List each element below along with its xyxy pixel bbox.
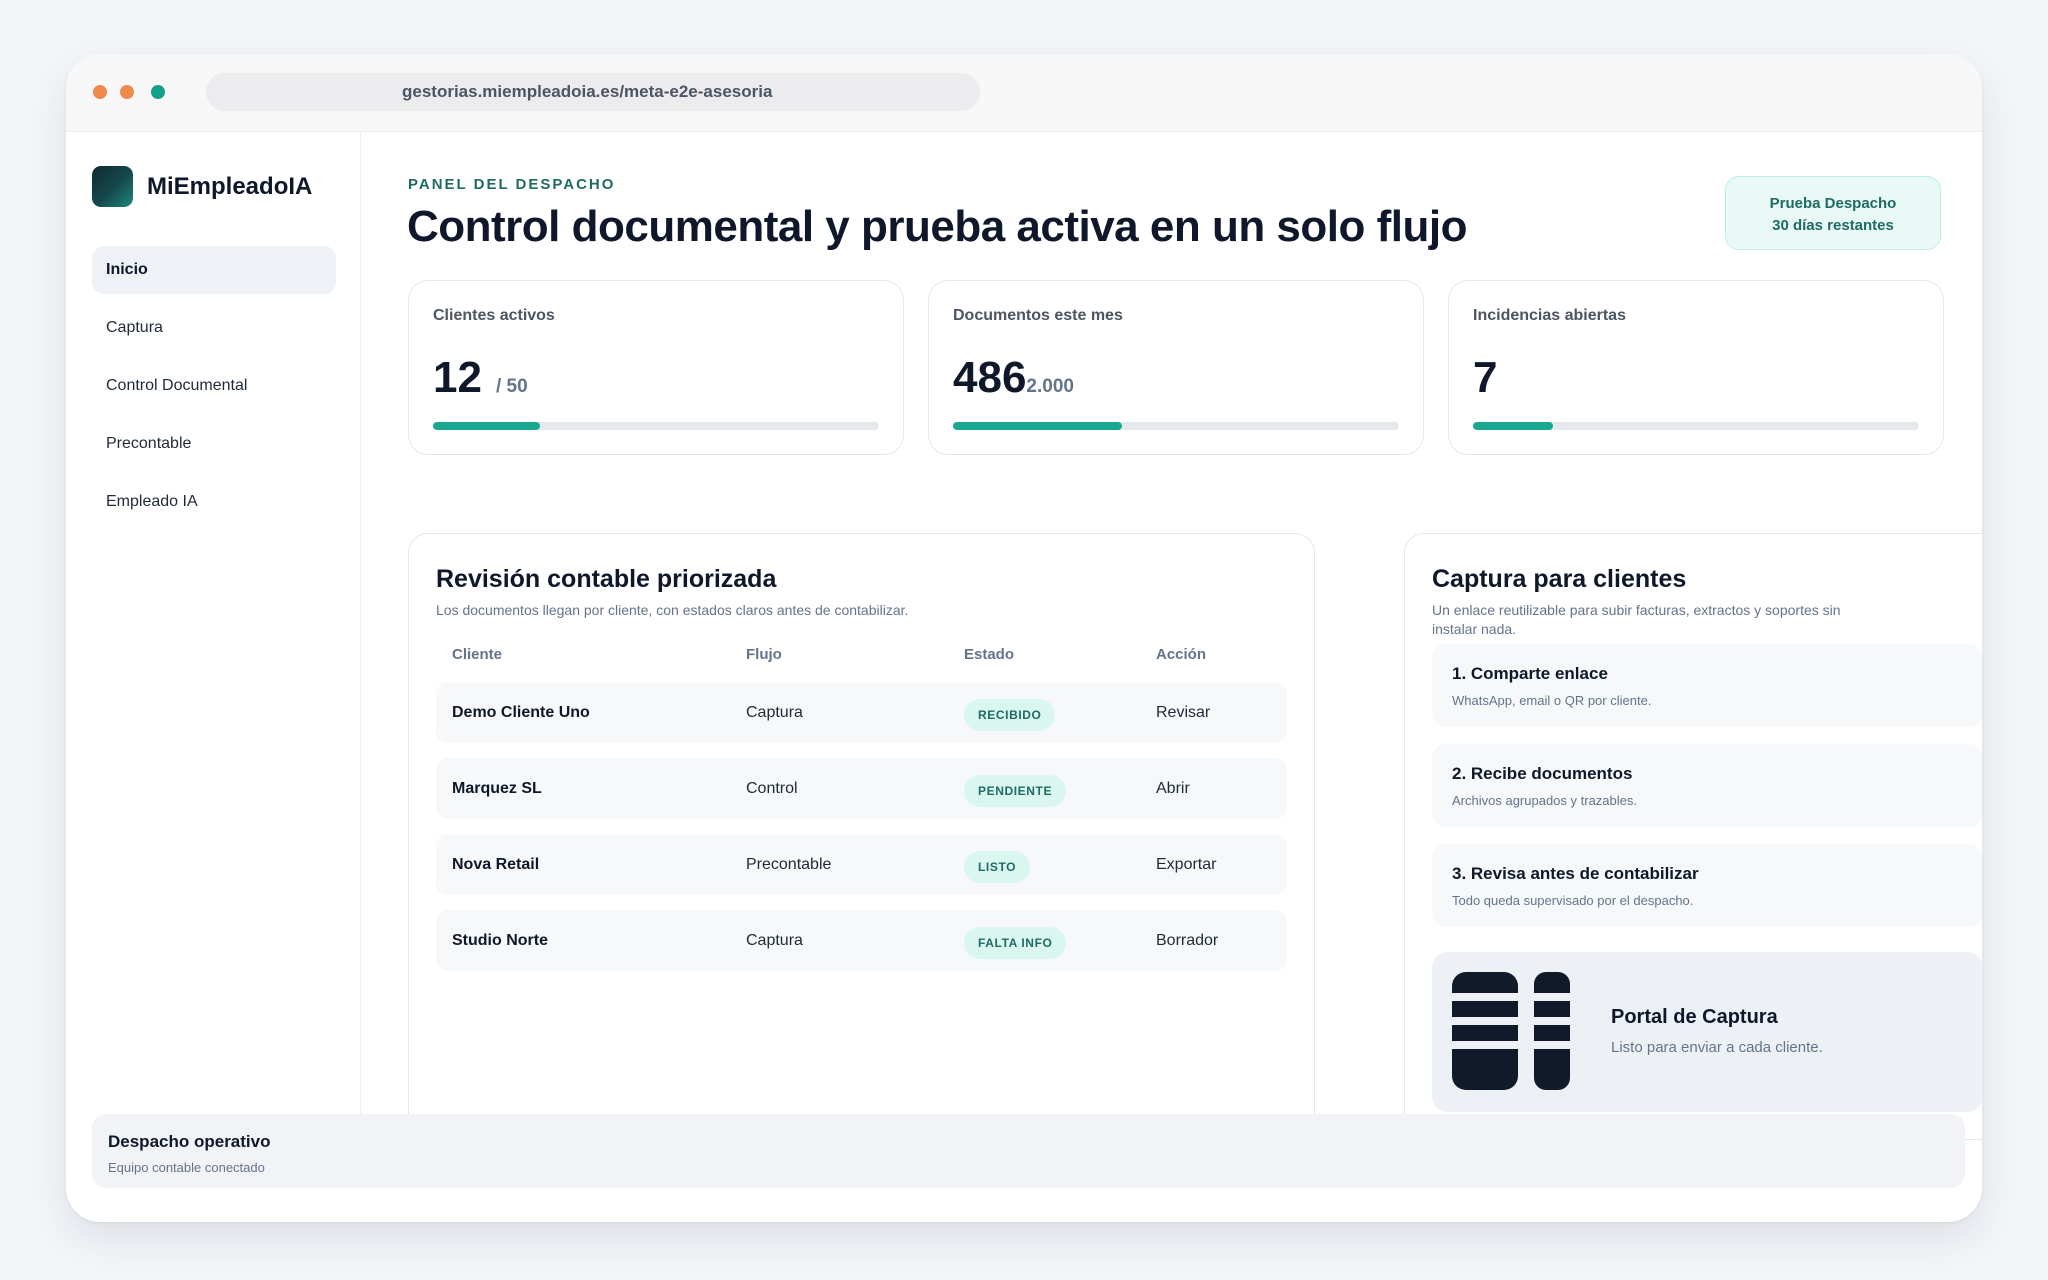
stat-number: 12 — [433, 353, 482, 402]
cell-client: Marquez SL — [452, 780, 542, 797]
step-title: 1. Comparte enlace — [1452, 664, 1608, 683]
status-badge: LISTO — [964, 851, 1031, 883]
cell-flow: Captura — [746, 704, 803, 721]
window-maximize-dot[interactable] — [151, 85, 165, 99]
cell-client: Nova Retail — [452, 856, 540, 873]
progress-bar — [433, 422, 879, 430]
table-row[interactable]: Studio Norte Captura FALTA INFO Borrador — [436, 910, 1287, 971]
stat-number: 7 — [1473, 353, 1498, 402]
column-header-estado[interactable]: Estado — [964, 646, 1014, 663]
capture-title: Captura para clientes — [1432, 565, 1687, 593]
capture-panel: Captura para clientes Un enlace reutiliz… — [1404, 533, 1982, 1140]
main-content: PANEL DEL DESPACHO Control documental y … — [361, 132, 1982, 1169]
step-card: 1. Comparte enlace WhatsApp, email o QR … — [1432, 644, 1982, 727]
portal-subtitle: Listo para enviar a cada cliente. — [1611, 1039, 1823, 1056]
cell-status: RECIBIDO — [964, 699, 1056, 731]
stat-limit: / 50 — [495, 376, 528, 397]
progress-bar-fill — [953, 422, 1123, 430]
table-row[interactable]: Nova Retail Precontable LISTO Exportar — [436, 834, 1287, 895]
stat-card-incidencias: Incidencias abiertas 7 — [1448, 280, 1944, 455]
browser-window: gestorias.miempleadoia.es/meta-e2e-aseso… — [66, 54, 1982, 1222]
progress-bar — [1473, 422, 1919, 430]
page-title: Control documental y prueba activa en un… — [407, 202, 1467, 251]
brand-logo-icon — [92, 166, 133, 207]
window-minimize-dot[interactable] — [120, 85, 134, 99]
capture-subtitle: Un enlace reutilizable para subir factur… — [1432, 601, 1841, 639]
status-badge: FALTA INFO — [964, 927, 1067, 959]
step-description: Todo queda supervisado por el despacho. — [1452, 893, 1694, 908]
trial-status-badge[interactable]: Prueba Despacho 30 días restantes — [1725, 176, 1941, 250]
review-panel: Revisión contable priorizada Los documen… — [408, 533, 1315, 1140]
capture-subtitle-line: Un enlace reutilizable para subir factur… — [1432, 602, 1841, 618]
portal-title: Portal de Captura — [1611, 1006, 1778, 1028]
table-header: Cliente Flujo Estado Acción — [436, 646, 1287, 666]
capture-subtitle-line: instalar nada. — [1432, 621, 1517, 637]
browser-titlebar: gestorias.miempleadoia.es/meta-e2e-aseso… — [66, 54, 1982, 132]
stat-label: Clientes activos — [433, 307, 555, 324]
footer-subtitle: Equipo contable conectado — [108, 1160, 265, 1175]
sidebar-footer-status: Despacho operativo Equipo contable conec… — [92, 1114, 1965, 1188]
capture-steps: 1. Comparte enlace WhatsApp, email o QR … — [1432, 644, 1982, 944]
sidebar-item-precontable[interactable]: Precontable — [92, 420, 336, 468]
column-header-accion[interactable]: Acción — [1156, 646, 1206, 663]
row-action-link[interactable]: Abrir — [1156, 758, 1190, 819]
stat-label: Documentos este mes — [953, 307, 1123, 324]
step-description: Archivos agrupados y trazables. — [1452, 793, 1637, 808]
table-row[interactable]: Demo Cliente Uno Captura RECIBIDO Revisa… — [436, 682, 1287, 743]
step-title: 3. Revisa antes de contabilizar — [1452, 864, 1699, 883]
table-row[interactable]: Marquez SL Control PENDIENTE Abrir — [436, 758, 1287, 819]
sidebar-item-inicio[interactable]: Inicio — [92, 246, 336, 294]
progress-bar-fill — [1473, 422, 1554, 430]
review-title: Revisión contable priorizada — [436, 565, 777, 593]
stat-value: 7 — [1473, 353, 1497, 403]
sidebar-item-captura[interactable]: Captura — [92, 304, 336, 352]
status-badge: PENDIENTE — [964, 775, 1067, 807]
sidebar-item-control-documental[interactable]: Control Documental — [92, 362, 336, 410]
footer-title: Despacho operativo — [108, 1132, 271, 1151]
row-action-link[interactable]: Exportar — [1156, 834, 1216, 895]
status-badge: RECIBIDO — [964, 699, 1056, 731]
step-description: WhatsApp, email o QR por cliente. — [1452, 693, 1652, 708]
qr-code-icon — [1452, 972, 1570, 1090]
cell-flow: Control — [746, 780, 798, 797]
step-title: 2. Recibe documentos — [1452, 764, 1633, 783]
stat-value: 12 / 50 — [433, 353, 528, 403]
cell-status: LISTO — [964, 851, 1031, 883]
step-card: 2. Recibe documentos Archivos agrupados … — [1432, 744, 1982, 827]
column-header-flujo[interactable]: Flujo — [746, 646, 782, 663]
sidebar-item-empleado-ia[interactable]: Empleado IA — [92, 478, 336, 526]
stat-card-documentos: Documentos este mes 486 2.000 — [928, 280, 1424, 455]
brand[interactable]: MiEmpleadoIA — [92, 166, 312, 207]
window-close-dot[interactable] — [93, 85, 107, 99]
progress-bar-fill — [433, 422, 541, 430]
stat-limit: 2.000 — [1026, 376, 1074, 397]
stat-card-clientes: Clientes activos 12 / 50 — [408, 280, 904, 455]
review-table-body: Demo Cliente Uno Captura RECIBIDO Revisa… — [436, 682, 1287, 986]
cell-status: FALTA INFO — [964, 927, 1067, 959]
trial-badge-title: Prueba Despacho — [1769, 195, 1897, 212]
sidebar-nav: Inicio Captura Control Documental Precon… — [92, 246, 336, 536]
section-eyebrow: PANEL DEL DESPACHO — [408, 176, 616, 193]
step-card: 3. Revisa antes de contabilizar Todo que… — [1432, 844, 1982, 927]
review-subtitle: Los documentos llegan por cliente, con e… — [436, 602, 909, 618]
progress-bar — [953, 422, 1399, 430]
column-header-cliente[interactable]: Cliente — [452, 646, 502, 663]
stat-value: 486 2.000 — [953, 353, 1074, 403]
cell-client: Demo Cliente Uno — [452, 704, 590, 721]
cell-status: PENDIENTE — [964, 775, 1067, 807]
brand-name: MiEmpleadoIA — [147, 172, 313, 200]
cell-flow: Precontable — [746, 856, 832, 873]
address-bar[interactable]: gestorias.miempleadoia.es/meta-e2e-aseso… — [206, 73, 980, 111]
row-action-link[interactable]: Revisar — [1156, 682, 1210, 743]
cell-flow: Captura — [746, 932, 803, 949]
cell-client: Studio Norte — [452, 932, 548, 949]
sidebar: MiEmpleadoIA Inicio Captura Control Docu… — [66, 132, 361, 1169]
capture-portal-card[interactable]: Portal de Captura Listo para enviar a ca… — [1432, 952, 1982, 1112]
trial-badge-days: 30 días restantes — [1772, 217, 1894, 234]
stat-label: Incidencias abiertas — [1473, 307, 1626, 324]
row-action-link[interactable]: Borrador — [1156, 910, 1218, 971]
stat-number: 486 — [953, 353, 1027, 402]
